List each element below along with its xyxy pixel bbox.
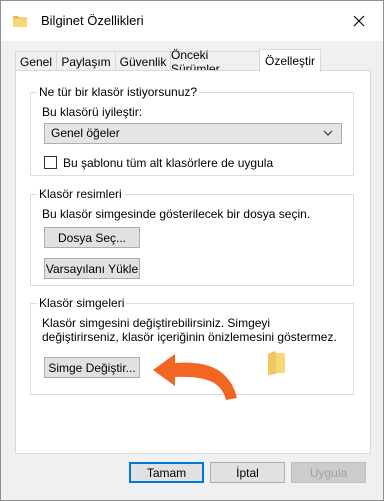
ok-button[interactable]: Tamam: [129, 462, 204, 483]
optimize-dropdown-value: Genel öğeler: [51, 126, 120, 140]
restore-default-button[interactable]: Varsayılanı Yükle: [44, 258, 140, 279]
folder-pictures-group-title: Klasör resimleri: [37, 187, 124, 201]
apply-subfolders-checkbox[interactable]: [44, 156, 57, 169]
folder-icons-group-title: Klasör simgeleri: [37, 296, 127, 310]
orange-arrow-icon: [153, 354, 237, 400]
cancel-button[interactable]: İptal: [210, 462, 285, 483]
folder-pictures-description: Bu klasör simgesinde gösterilecek bir do…: [42, 207, 311, 221]
tab-previous-versions[interactable]: Önceki Sürümler: [170, 48, 260, 76]
tab-sharing[interactable]: Paylaşım: [56, 51, 116, 71]
folder-icons-description: Klasör simgesini değiştirebilirsiniz. Si…: [42, 316, 337, 344]
tab-general[interactable]: Genel: [15, 51, 57, 71]
folder-pictures-group: Klasör resimleri Bu klasör simgesinde gö…: [30, 187, 354, 286]
apply-button[interactable]: Uygula: [291, 462, 366, 483]
optimize-dropdown[interactable]: Genel öğeler: [44, 123, 342, 144]
choose-file-button[interactable]: Dosya Seç...: [44, 227, 140, 248]
folder-icon: [12, 13, 28, 32]
title-bar: Bilginet Özellikleri: [1, 1, 383, 41]
folder-type-group-title: Ne tür bir klasör istiyorsunuz?: [37, 85, 200, 99]
folder-preview-icon: [268, 351, 285, 375]
folder-type-group: Ne tür bir klasör istiyorsunuz? Bu klasö…: [30, 85, 354, 176]
optimize-label: Bu klasörü iyileştir:: [42, 105, 143, 119]
apply-subfolders-label: Bu şablonu tüm alt klasörlere de uygula: [63, 156, 274, 170]
chevron-down-icon: [323, 130, 333, 136]
close-button[interactable]: [345, 9, 373, 33]
properties-dialog: Bilginet Özellikleri Genel Paylaşım Güve…: [0, 0, 384, 501]
tab-customize[interactable]: Özelleştir: [259, 49, 321, 72]
tab-strip: Genel Paylaşım Güvenlik Önceki Sürümler …: [15, 48, 371, 76]
window-title: Bilginet Özellikleri: [41, 13, 144, 28]
change-icon-button[interactable]: Simge Değiştir...: [44, 357, 140, 378]
close-icon: [353, 15, 365, 27]
tab-security[interactable]: Güvenlik: [115, 51, 171, 71]
